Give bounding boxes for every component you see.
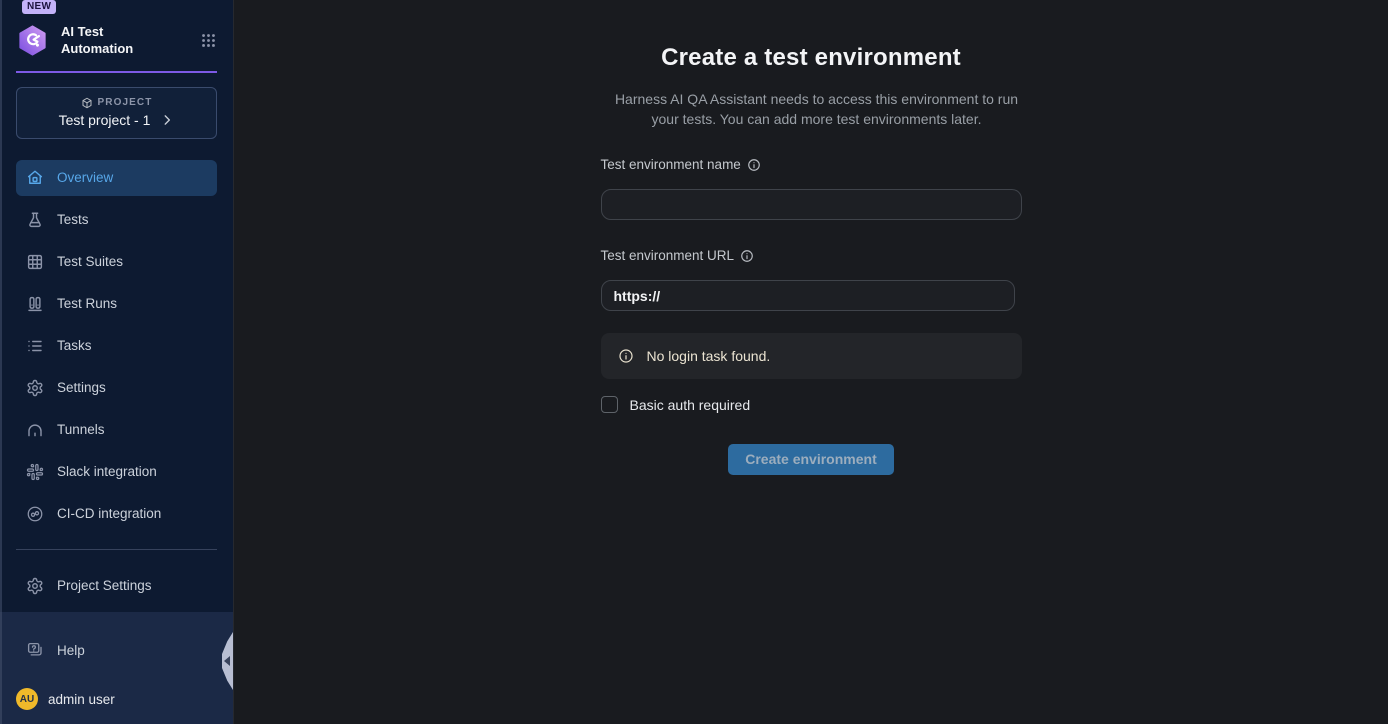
home-icon	[26, 169, 44, 187]
banner-text: No login task found.	[647, 348, 771, 364]
sidebar-item-tests[interactable]: Tests	[16, 202, 217, 238]
sidebar-item-slack-integration[interactable]: Slack integration	[16, 454, 217, 490]
environment-name-input[interactable]	[601, 189, 1022, 220]
info-icon	[618, 348, 634, 364]
sidebar-item-test-suites[interactable]: Test Suites	[16, 244, 217, 280]
sidebar-item-label: Project Settings	[57, 578, 152, 593]
sidebar-item-label: Tasks	[57, 338, 92, 353]
info-icon[interactable]	[747, 158, 761, 172]
sidebar-item-label: Slack integration	[57, 464, 157, 479]
create-environment-button[interactable]: Create environment	[728, 444, 893, 475]
help-chat-icon	[26, 641, 44, 659]
avatar: AU	[16, 688, 38, 710]
url-field-label: Test environment URL	[601, 248, 735, 263]
sidebar-item-label: Tunnels	[57, 422, 105, 437]
slack-icon	[26, 463, 44, 481]
app-title: AI Test Automation	[61, 24, 139, 58]
cube-icon	[81, 97, 93, 109]
sidebar-item-settings[interactable]: Settings	[16, 370, 217, 406]
list-icon	[26, 337, 44, 355]
sidebar-item-test-runs[interactable]: Test Runs	[16, 286, 217, 322]
sidebar-item-tasks[interactable]: Tasks	[16, 328, 217, 364]
project-label: PROJECT	[98, 97, 153, 108]
sidebar-item-project-settings[interactable]: Project Settings	[16, 568, 217, 604]
url-field-group: Test environment URL	[601, 248, 1022, 311]
help-label: Help	[57, 643, 85, 658]
table-icon	[26, 253, 44, 271]
help-button[interactable]: Help	[16, 632, 217, 668]
environment-url-input[interactable]	[601, 280, 1015, 311]
page-subtitle: Harness AI QA Assistant needs to access …	[601, 89, 1033, 129]
chevron-right-icon	[160, 113, 174, 127]
project-name: Test project - 1	[59, 112, 151, 128]
page-title: Create a test environment	[601, 44, 1022, 72]
sidebar-item-label: CI-CD integration	[57, 506, 161, 521]
basic-auth-checkbox[interactable]	[601, 396, 618, 413]
accent-divider	[16, 71, 217, 73]
cicd-icon	[26, 505, 44, 523]
app-logo-icon	[16, 24, 49, 57]
no-login-task-banner: No login task found.	[601, 333, 1022, 379]
sidebar-nav: Overview Tests Test Suites	[16, 160, 217, 532]
gear-icon	[26, 379, 44, 397]
main-content: Create a test environment Harness AI QA …	[233, 0, 1388, 724]
name-field-label: Test environment name	[601, 157, 741, 172]
app-switcher-grid-icon[interactable]	[200, 32, 217, 49]
columns-icon	[26, 295, 44, 313]
name-field-group: Test environment name	[601, 157, 1022, 220]
gear-icon	[26, 577, 44, 595]
sidebar: NEW AI Test Automation	[0, 0, 233, 724]
basic-auth-checkbox-row[interactable]: Basic auth required	[601, 396, 1022, 413]
sidebar-item-label: Overview	[57, 170, 113, 185]
sidebar-item-label: Test Suites	[57, 254, 123, 269]
user-name: admin user	[48, 692, 115, 707]
project-selector[interactable]: PROJECT Test project - 1	[16, 87, 217, 139]
sidebar-item-label: Settings	[57, 380, 106, 395]
sidebar-divider	[16, 549, 217, 550]
tunnel-icon	[26, 421, 44, 439]
info-icon[interactable]	[740, 249, 754, 263]
basic-auth-label: Basic auth required	[630, 397, 751, 413]
sidebar-item-label: Test Runs	[57, 296, 117, 311]
sidebar-header: NEW AI Test Automation	[0, 0, 233, 58]
sidebar-footer: Help AU admin user	[0, 612, 233, 724]
sidebar-item-tunnels[interactable]: Tunnels	[16, 412, 217, 448]
user-menu[interactable]: AU admin user	[16, 688, 217, 710]
new-badge: NEW	[22, 0, 56, 14]
sidebar-item-cicd-integration[interactable]: CI-CD integration	[16, 496, 217, 532]
flask-icon	[26, 211, 44, 229]
sidebar-item-label: Tests	[57, 212, 89, 227]
sidebar-item-overview[interactable]: Overview	[16, 160, 217, 196]
